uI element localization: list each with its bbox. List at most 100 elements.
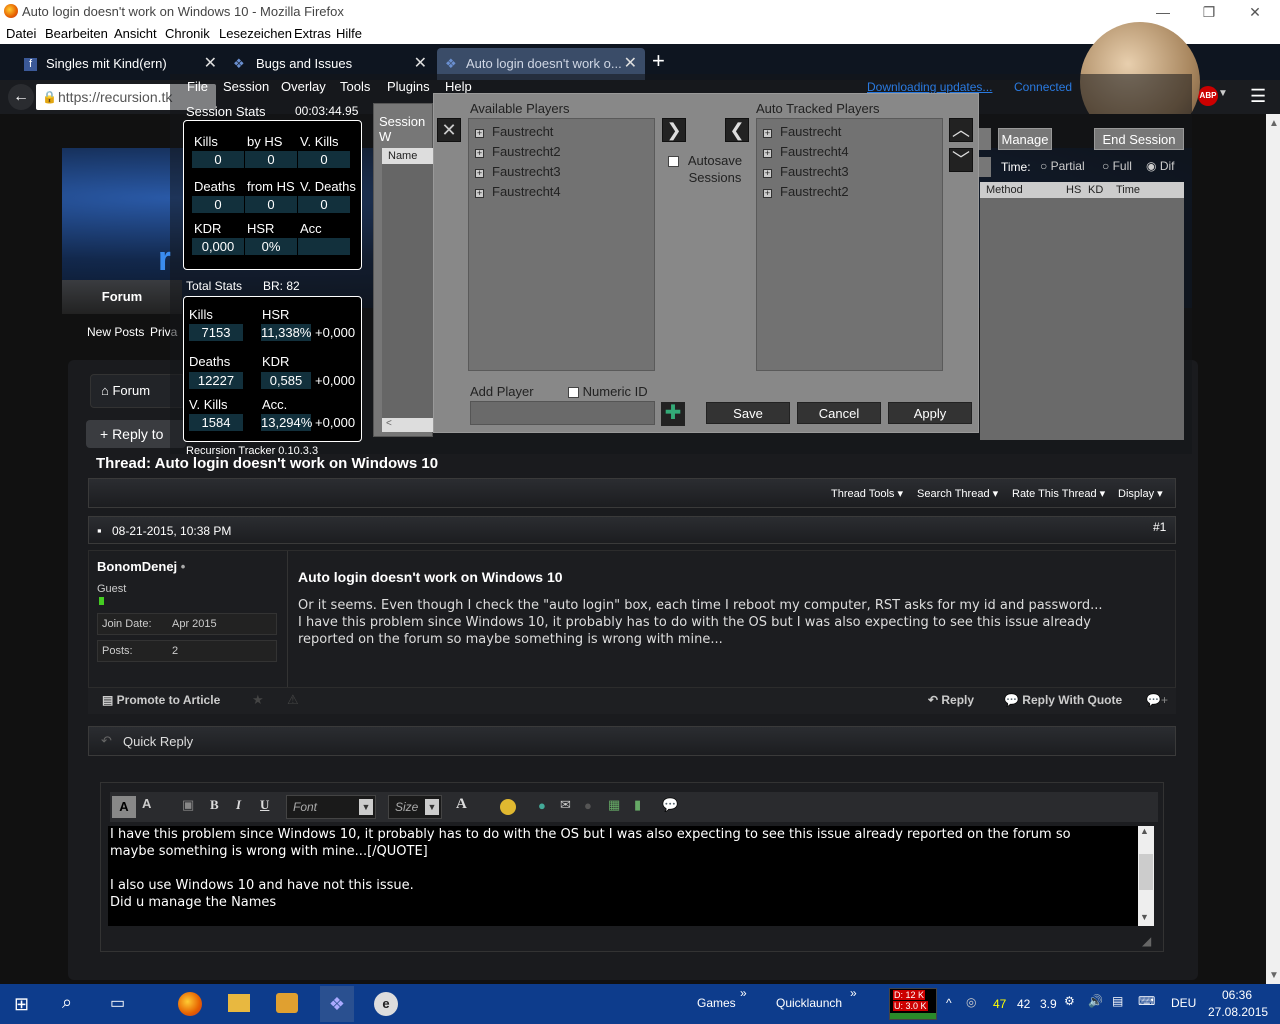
quote-icon[interactable]: 💬 <box>662 797 678 813</box>
start-button[interactable]: ⊞ <box>14 994 29 1015</box>
numeric-id-check[interactable] <box>568 387 579 399</box>
page-scrollbar[interactable]: ▲ ▼ <box>1266 114 1280 984</box>
editor-scrollbar[interactable]: ▲ ▼ <box>1138 826 1154 926</box>
nav-forum[interactable]: Forum <box>62 280 182 314</box>
thread-tools-menu[interactable]: Thread Tools ▾ <box>831 487 903 500</box>
end-session-button[interactable]: End Session <box>1094 128 1184 150</box>
list-item[interactable]: + Faustrecht <box>763 124 841 139</box>
list-item[interactable]: + Faustrecht <box>475 124 553 139</box>
move-right-icon[interactable]: ❯ <box>662 118 686 142</box>
warning-icon[interactable]: ⚠ <box>287 692 299 708</box>
promote-article-button[interactable]: ▤ Promote to Article <box>102 693 220 707</box>
time-dif-radio[interactable]: ◉ Dif <box>1146 159 1174 173</box>
move-up-icon[interactable]: ︿ <box>949 118 973 142</box>
adblock-dropdown-icon[interactable]: ▼ <box>1218 88 1228 99</box>
menu-extras[interactable]: Extras <box>294 26 331 41</box>
input-language[interactable]: DEU <box>1171 996 1196 1010</box>
back-button[interactable]: ← <box>8 84 34 110</box>
list-item[interactable]: + Faustrecht4 <box>475 184 561 199</box>
minimize-button[interactable]: — <box>1148 2 1178 22</box>
available-players-list[interactable]: + Faustrecht + Faustrecht2 + Faustrecht3 + F… <box>468 118 655 371</box>
scroll-up-icon[interactable]: ▲ <box>1269 118 1279 129</box>
list-item[interactable]: + Faustrecht3 <box>763 164 849 179</box>
list-item[interactable]: + Faustrecht3 <box>475 164 561 179</box>
name-column-header[interactable]: Name <box>382 148 434 164</box>
quicklaunch-toolbar[interactable]: Quicklaunch <box>776 996 842 1010</box>
recursion-taskbar-icon[interactable]: ❖ <box>320 986 354 1022</box>
games-toolbar[interactable]: Games <box>697 996 736 1010</box>
session-hscroll[interactable]: < <box>382 418 434 432</box>
reply-editor[interactable]: I have this problem since Windows 10, it… <box>108 826 1154 926</box>
hamburger-menu-icon[interactable]: ☰ <box>1250 86 1266 107</box>
post-author[interactable]: BonomDenej • <box>97 559 185 574</box>
add-player-input[interactable] <box>470 401 655 425</box>
restore-button[interactable]: ❐ <box>1194 2 1224 22</box>
reply-button[interactable]: ↶ Reply <box>928 693 974 707</box>
app-e-taskbar-icon[interactable]: e <box>374 992 398 1016</box>
menu-datei[interactable]: Datei <box>6 26 36 41</box>
time-full-radio[interactable]: ○ Full <box>1102 159 1132 173</box>
overlay-menu-help[interactable]: Help <box>445 79 472 94</box>
bold-icon[interactable]: B <box>210 797 219 813</box>
move-down-icon[interactable]: ﹀ <box>949 148 973 172</box>
keyboard-icon[interactable]: ⌨ <box>1138 994 1155 1008</box>
tracked-players-list[interactable]: + Faustrecht + Faustrecht4 + Faustrecht3 + F… <box>756 118 943 371</box>
reply-quote-button[interactable]: 💬 Reply With Quote <box>1004 693 1122 707</box>
resize-handle-icon[interactable]: ◢ <box>1142 934 1151 948</box>
media-player-icon[interactable] <box>276 993 298 1013</box>
unlink-icon[interactable]: ● <box>584 798 592 813</box>
search-thread-menu[interactable]: Search Thread ▾ <box>917 487 998 500</box>
search-icon[interactable]: ⌕ <box>62 992 72 1013</box>
menu-ansicht[interactable]: Ansicht <box>114 26 157 41</box>
overlay-menu-tools[interactable]: Tools <box>340 79 370 94</box>
link-icon[interactable]: ● <box>538 798 546 813</box>
italic-icon[interactable]: I <box>236 797 241 813</box>
font-color-icon[interactable]: A <box>456 796 467 813</box>
menu-lesezeichen[interactable]: Lesezeichen <box>219 26 292 41</box>
paste-icon[interactable]: ▣ <box>182 797 194 813</box>
post-number[interactable]: #1 <box>1153 520 1166 534</box>
star-icon[interactable]: ★ <box>252 692 264 708</box>
quicklaunch-expand-icon[interactable]: » <box>850 986 857 1000</box>
new-tab-button[interactable]: + <box>652 48 665 74</box>
switch-editor-mode-icon[interactable]: A <box>112 796 136 818</box>
list-item[interactable]: + Faustrecht2 <box>763 184 849 199</box>
volume-icon[interactable]: 🔊 <box>1088 994 1103 1008</box>
manage-button[interactable]: Manage <box>998 128 1052 150</box>
adblock-icon[interactable]: ABP <box>1198 86 1218 106</box>
show-hidden-icons[interactable]: ^ <box>946 996 952 1010</box>
autosave-check[interactable] <box>668 156 679 168</box>
multiquote-icon[interactable]: 💬+ <box>1146 693 1168 707</box>
overlay-menu-session[interactable]: Session <box>223 79 269 94</box>
save-button[interactable]: Save <box>706 402 790 424</box>
overlay-menu-file[interactable]: File <box>187 79 208 94</box>
remove-format-icon[interactable]: A <box>142 796 151 811</box>
nav-new-posts[interactable]: New Posts <box>87 325 144 339</box>
col-time[interactable]: Time <box>1116 182 1140 198</box>
apply-button[interactable]: Apply <box>888 402 972 424</box>
image-icon[interactable]: ▦ <box>608 797 620 813</box>
scroll-down-icon[interactable]: ▼ <box>1269 970 1279 981</box>
overlay-menu-plugins[interactable]: Plugins <box>387 79 430 94</box>
font-select[interactable]: Font ▼ <box>286 795 376 819</box>
network-icon[interactable]: ⚙ <box>1064 994 1075 1008</box>
clock-date[interactable]: 27.08.2015 <box>1208 1005 1268 1019</box>
col-method[interactable]: Method <box>986 182 1023 198</box>
menu-chronik[interactable]: Chronik <box>165 26 210 41</box>
autosave-checkbox[interactable] <box>668 152 679 169</box>
display-menu[interactable]: Display ▾ <box>1118 487 1163 500</box>
tray-icon[interactable]: ◎ <box>966 995 976 1009</box>
rate-thread-menu[interactable]: Rate This Thread ▾ <box>1012 487 1105 500</box>
task-view-icon[interactable]: ▭ <box>110 993 125 1013</box>
action-center-icon[interactable]: ▤ <box>1112 994 1123 1008</box>
col-kd[interactable]: KD <box>1088 182 1103 198</box>
menu-hilfe[interactable]: Hilfe <box>336 26 362 41</box>
games-expand-icon[interactable]: » <box>740 986 747 1000</box>
menu-bearbeiten[interactable]: Bearbeiten <box>45 26 108 41</box>
underline-icon[interactable]: U <box>260 797 269 813</box>
add-player-icon[interactable]: ✚ <box>661 402 685 426</box>
overlay-menu-overlay[interactable]: Overlay <box>281 79 326 94</box>
numeric-id-checkbox[interactable]: Numeric ID <box>568 384 648 399</box>
firefox-taskbar-icon[interactable] <box>178 992 202 1016</box>
list-item[interactable]: + Faustrecht4 <box>763 144 849 159</box>
